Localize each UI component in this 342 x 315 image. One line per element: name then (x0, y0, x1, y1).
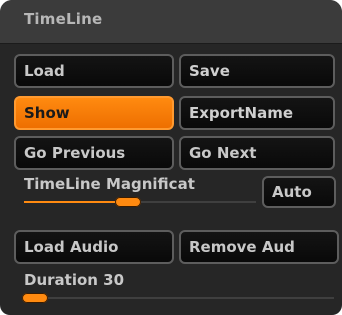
duration-slider-thumb[interactable] (22, 293, 48, 303)
timeline-panel: TimeLine Load Save Show ExportName Go Pr… (0, 0, 342, 315)
load-button[interactable]: Load (14, 54, 174, 88)
duration-slider-track[interactable] (24, 297, 334, 299)
save-button[interactable]: Save (179, 54, 335, 88)
magnification-label: TimeLine Magnificat (24, 175, 195, 193)
go-previous-button[interactable]: Go Previous (14, 136, 174, 170)
load-audio-button[interactable]: Load Audio (14, 230, 174, 264)
export-name-button[interactable]: ExportName (179, 96, 335, 130)
remove-audio-button[interactable]: Remove Aud (179, 230, 339, 264)
panel-titlebar[interactable]: TimeLine (0, 0, 342, 44)
duration-label: Duration 30 (24, 271, 125, 289)
show-button[interactable]: Show (14, 96, 174, 130)
auto-button[interactable]: Auto (262, 176, 336, 208)
panel-title: TimeLine (24, 10, 103, 28)
go-next-button[interactable]: Go Next (179, 136, 335, 170)
magnification-slider-thumb[interactable] (115, 197, 142, 207)
magnification-slider-fill (24, 201, 129, 203)
